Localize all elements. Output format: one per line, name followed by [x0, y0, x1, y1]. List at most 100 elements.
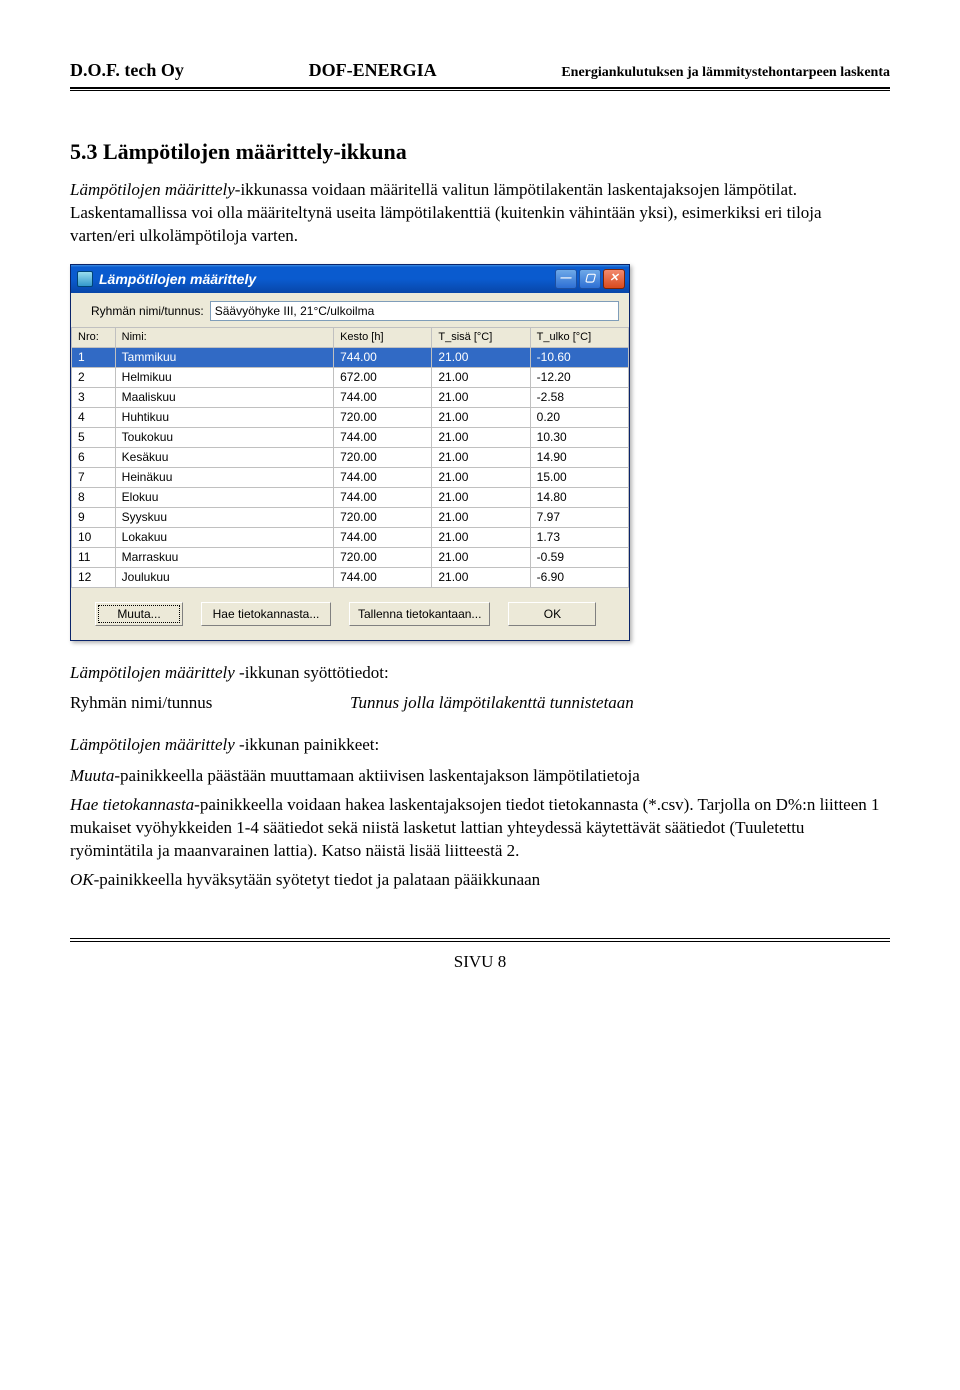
table-cell: 744.00 [334, 487, 432, 507]
table-cell: Elokuu [115, 487, 333, 507]
table-cell: -6.90 [530, 567, 628, 587]
table-header-row: Nro: Nimi: Kesto [h] T_sisä [°C] T_ulko … [72, 327, 629, 347]
table-cell: 10 [72, 527, 116, 547]
table-cell: -10.60 [530, 347, 628, 367]
table-cell: 0.20 [530, 407, 628, 427]
fetch-from-db-button[interactable]: Hae tietokannasta... [201, 602, 331, 626]
table-row[interactable]: 11Marraskuu720.0021.00-0.59 [72, 547, 629, 567]
col-header-duration: Kesto [h] [334, 327, 432, 347]
table-row[interactable]: 2Helmikuu672.0021.00-12.20 [72, 367, 629, 387]
table-row[interactable]: 1Tammikuu744.0021.00-10.60 [72, 347, 629, 367]
table-cell: Huhtikuu [115, 407, 333, 427]
table-cell: 3 [72, 387, 116, 407]
page-number: SIVU 8 [70, 952, 890, 972]
table-row[interactable]: 8Elokuu744.0021.0014.80 [72, 487, 629, 507]
table-cell: 720.00 [334, 547, 432, 567]
table-cell: 14.90 [530, 447, 628, 467]
table-cell: 744.00 [334, 347, 432, 367]
table-cell: 21.00 [432, 567, 530, 587]
table-cell: Kesäkuu [115, 447, 333, 467]
table-cell: 720.00 [334, 507, 432, 527]
ok-button[interactable]: OK [508, 602, 596, 626]
table-cell: Joulukuu [115, 567, 333, 587]
table-cell: 21.00 [432, 387, 530, 407]
table-cell: 2 [72, 367, 116, 387]
header-rule-bottom [70, 90, 890, 91]
table-cell: 21.00 [432, 467, 530, 487]
table-cell: 4 [72, 407, 116, 427]
table-cell: Marraskuu [115, 547, 333, 567]
table-cell: 1.73 [530, 527, 628, 547]
table-cell: Maaliskuu [115, 387, 333, 407]
save-to-db-button[interactable]: Tallenna tietokantaan... [349, 602, 490, 626]
table-cell: 720.00 [334, 407, 432, 427]
dialog-titlebar[interactable]: Lämpötilojen määrittely — ▢ ✕ [71, 265, 629, 293]
col-header-name: Nimi: [115, 327, 333, 347]
table-cell: 720.00 [334, 447, 432, 467]
table-cell: Helmikuu [115, 367, 333, 387]
table-cell: 21.00 [432, 527, 530, 547]
table-cell: -0.59 [530, 547, 628, 567]
table-cell: 744.00 [334, 567, 432, 587]
inputs-heading: Lämpötilojen määrittely -ikkunan syöttöt… [70, 663, 890, 683]
table-cell: 744.00 [334, 387, 432, 407]
table-row[interactable]: 6Kesäkuu720.0021.0014.90 [72, 447, 629, 467]
intro-em: Lämpötilojen määrittely [70, 180, 235, 199]
input-field-desc: Tunnus jolla lämpötilakenttä tunnistetaa… [350, 693, 890, 713]
table-cell: 8 [72, 487, 116, 507]
table-cell: 21.00 [432, 507, 530, 527]
group-name-input[interactable] [210, 301, 619, 321]
table-cell: 15.00 [530, 467, 628, 487]
table-row[interactable]: 5Toukokuu744.0021.0010.30 [72, 427, 629, 447]
dialog-app-icon [77, 271, 93, 287]
header-subtitle: Energiankulutuksen ja lämmitystehontarpe… [561, 65, 890, 81]
table-cell: Syyskuu [115, 507, 333, 527]
input-field-row: Ryhmän nimi/tunnus Tunnus jolla lämpötil… [70, 693, 890, 713]
table-cell: 1 [72, 347, 116, 367]
table-row[interactable]: 9Syyskuu720.0021.007.97 [72, 507, 629, 527]
dialog-window: Lämpötilojen määrittely — ▢ ✕ Ryhmän nim… [70, 264, 630, 641]
intro-paragraph: Lämpötilojen määrittely-ikkunassa voidaa… [70, 179, 890, 248]
table-cell: 5 [72, 427, 116, 447]
para-change: Muuta-painikkeella päästään muuttamaan a… [70, 765, 890, 788]
table-cell: 14.80 [530, 487, 628, 507]
temperature-table: Nro: Nimi: Kesto [h] T_sisä [°C] T_ulko … [71, 327, 629, 588]
table-row[interactable]: 12Joulukuu744.0021.00-6.90 [72, 567, 629, 587]
header-company: D.O.F. tech Oy [70, 60, 184, 81]
maximize-button[interactable]: ▢ [579, 269, 601, 289]
col-header-t-out: T_ulko [°C] [530, 327, 628, 347]
input-field-name: Ryhmän nimi/tunnus [70, 693, 350, 713]
table-cell: 744.00 [334, 427, 432, 447]
table-row[interactable]: 3Maaliskuu744.0021.00-2.58 [72, 387, 629, 407]
table-cell: 10.30 [530, 427, 628, 447]
section-title: 5.3 Lämpötilojen määrittely-ikkuna [70, 139, 890, 165]
group-name-label: Ryhmän nimi/tunnus: [91, 304, 204, 318]
col-header-t-in: T_sisä [°C] [432, 327, 530, 347]
table-row[interactable]: 4Huhtikuu720.0021.000.20 [72, 407, 629, 427]
table-cell: 744.00 [334, 527, 432, 547]
table-cell: Lokakuu [115, 527, 333, 547]
change-button[interactable]: Muuta... [95, 602, 183, 626]
table-row[interactable]: 10Lokakuu744.0021.001.73 [72, 527, 629, 547]
para-ok: OK-painikkeella hyväksytään syötetyt tie… [70, 869, 890, 892]
table-cell: Tammikuu [115, 347, 333, 367]
table-cell: 6 [72, 447, 116, 467]
table-cell: 7.97 [530, 507, 628, 527]
footer-rule-bottom [70, 941, 890, 942]
para-fetch: Hae tietokannasta-painikkeella voidaan h… [70, 794, 890, 863]
close-button[interactable]: ✕ [603, 269, 625, 289]
footer-rule-top [70, 938, 890, 939]
table-cell: -12.20 [530, 367, 628, 387]
table-cell: 744.00 [334, 467, 432, 487]
header-rule-top [70, 87, 890, 89]
col-header-nro: Nro: [72, 327, 116, 347]
table-cell: 21.00 [432, 487, 530, 507]
table-cell: 21.00 [432, 427, 530, 447]
table-cell: 21.00 [432, 407, 530, 427]
table-row[interactable]: 7Heinäkuu744.0021.0015.00 [72, 467, 629, 487]
table-cell: 12 [72, 567, 116, 587]
minimize-button[interactable]: — [555, 269, 577, 289]
page-header: D.O.F. tech Oy DOF-ENERGIA Energiankulut… [70, 60, 890, 85]
table-cell: 21.00 [432, 367, 530, 387]
table-cell: 21.00 [432, 347, 530, 367]
